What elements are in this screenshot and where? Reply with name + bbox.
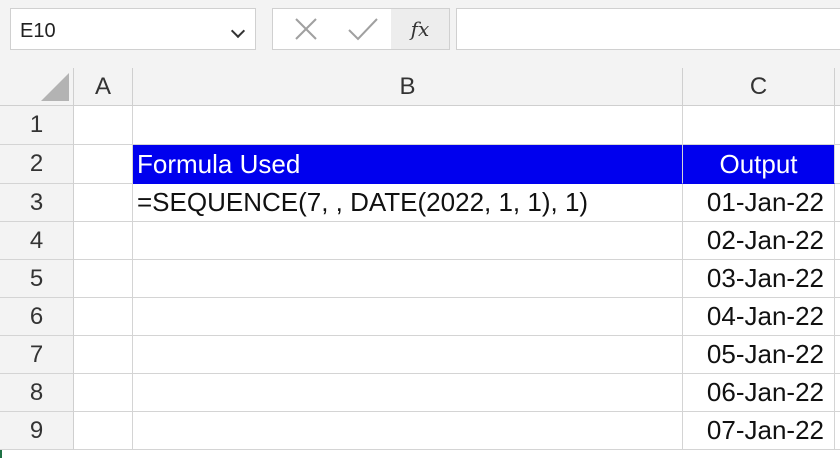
chevron-down-icon[interactable] xyxy=(230,23,246,39)
cell-b3-formula-text[interactable]: =SEQUENCE(7, , DATE(2022, 1, 1), 1) xyxy=(133,184,683,222)
cell-a8[interactable] xyxy=(74,374,133,412)
cell-c2-header-output[interactable]: Output xyxy=(683,145,835,184)
column-header-d[interactable] xyxy=(835,68,840,106)
formula-toolbar: E10 fx xyxy=(0,0,840,69)
cell-c8-output[interactable]: 06-Jan-22 xyxy=(683,374,835,412)
row-header-3[interactable]: 3 xyxy=(0,184,74,222)
cell-a3[interactable] xyxy=(74,184,133,222)
cell-d4[interactable] xyxy=(835,222,840,260)
cell-d1[interactable] xyxy=(835,106,840,145)
name-box[interactable]: E10 xyxy=(10,8,256,50)
column-header-c[interactable]: C xyxy=(683,68,835,106)
cell-a9[interactable] xyxy=(74,412,133,450)
cell-c3-output[interactable]: 01-Jan-22 xyxy=(683,184,835,222)
cancel-button[interactable] xyxy=(281,9,331,49)
cell-c7-output[interactable]: 05-Jan-22 xyxy=(683,336,835,374)
cell-d3[interactable] xyxy=(835,184,840,222)
cell-c4-output[interactable]: 02-Jan-22 xyxy=(683,222,835,260)
row-header-5[interactable]: 5 xyxy=(0,260,74,298)
cell-b8[interactable] xyxy=(133,374,683,412)
cell-c6-output[interactable]: 04-Jan-22 xyxy=(683,298,835,336)
cell-b6[interactable] xyxy=(133,298,683,336)
checkmark-icon xyxy=(348,18,378,41)
cell-c9-output[interactable]: 07-Jan-22 xyxy=(683,412,835,450)
cell-a5[interactable] xyxy=(74,260,133,298)
cell-d2[interactable] xyxy=(835,145,840,184)
cell-a6[interactable] xyxy=(74,298,133,336)
row-header-6[interactable]: 6 xyxy=(0,298,74,336)
close-icon xyxy=(295,18,317,40)
cell-d9[interactable] xyxy=(835,412,840,450)
row-header-2[interactable]: 2 xyxy=(0,145,74,184)
cell-c1[interactable] xyxy=(683,106,835,145)
cell-b1[interactable] xyxy=(133,106,683,145)
cell-a1[interactable] xyxy=(74,106,133,145)
row-header-4[interactable]: 4 xyxy=(0,222,74,260)
enter-button[interactable] xyxy=(337,9,389,49)
select-all-button[interactable] xyxy=(0,68,74,106)
row-header-1[interactable]: 1 xyxy=(0,106,74,145)
row-header-9[interactable]: 9 xyxy=(0,412,74,450)
formula-input[interactable] xyxy=(456,8,840,50)
row-header-7[interactable]: 7 xyxy=(0,336,74,374)
cell-b2-header-formula[interactable]: Formula Used xyxy=(133,145,683,184)
cell-d6[interactable] xyxy=(835,298,840,336)
row-header-8[interactable]: 8 xyxy=(0,374,74,412)
cell-d7[interactable] xyxy=(835,336,840,374)
column-header-a[interactable]: A xyxy=(74,68,133,106)
cell-b5[interactable] xyxy=(133,260,683,298)
function-icon: fx xyxy=(410,17,430,41)
cell-b4[interactable] xyxy=(133,222,683,260)
cell-b7[interactable] xyxy=(133,336,683,374)
name-box-value: E10 xyxy=(20,20,56,42)
cell-d5[interactable] xyxy=(835,260,840,298)
cell-a4[interactable] xyxy=(74,222,133,260)
selection-indicator xyxy=(0,450,2,458)
column-header-b[interactable]: B xyxy=(133,68,683,106)
cell-a2[interactable] xyxy=(74,145,133,184)
cell-b9[interactable] xyxy=(133,412,683,450)
formula-buttons: fx xyxy=(272,8,450,50)
insert-function-button[interactable]: fx xyxy=(391,9,449,49)
cell-d8[interactable] xyxy=(835,374,840,412)
cell-c5-output[interactable]: 03-Jan-22 xyxy=(683,260,835,298)
select-all-triangle-icon xyxy=(41,73,69,101)
cell-a7[interactable] xyxy=(74,336,133,374)
